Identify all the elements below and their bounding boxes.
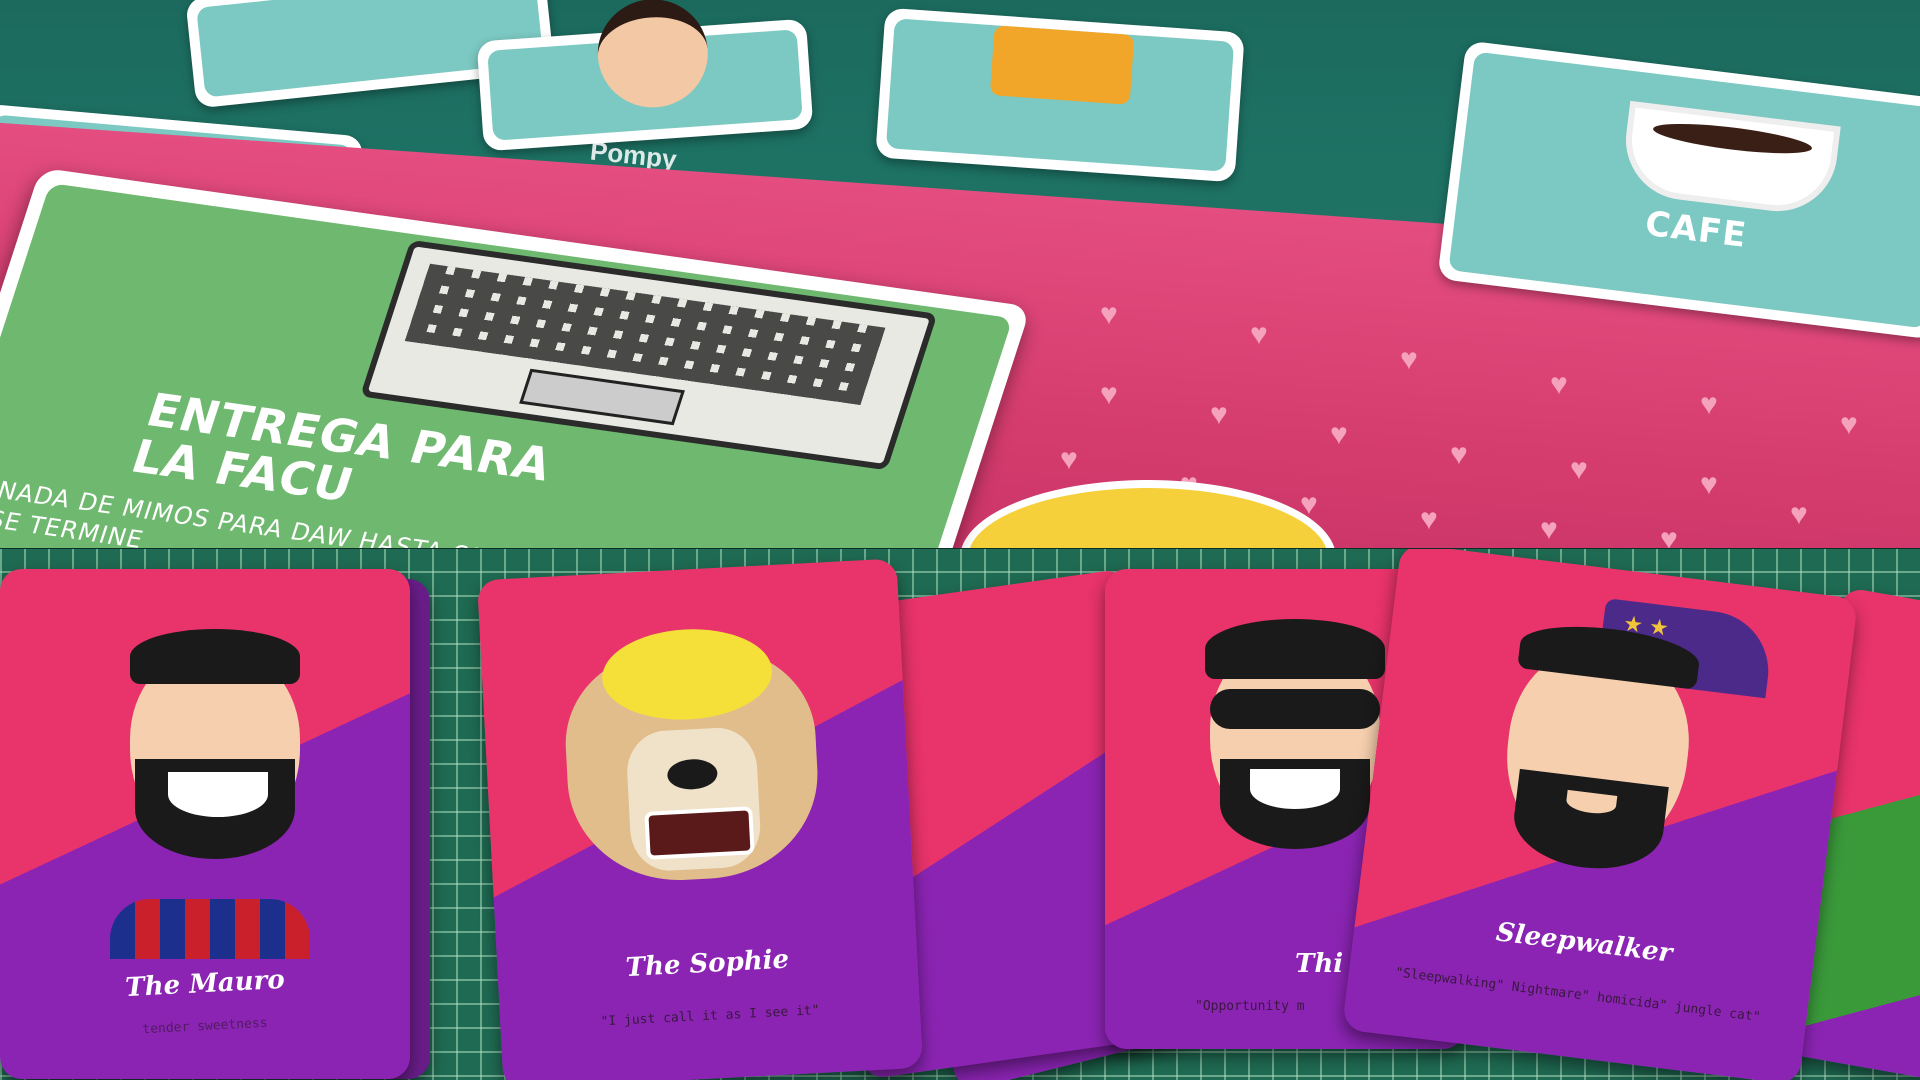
- top-photo: Pompy ♥ ♥ ♥ ♥ ♥ ♥ ♥ ♥ ♥ ♥ ♥ ♥ ♥ ♥ ♥ ♥ ♥ …: [0, 0, 1920, 549]
- shirt-icon: [110, 899, 310, 959]
- heart-icon: ♥: [1330, 418, 1348, 451]
- card-back-2: [476, 0, 814, 152]
- heart-icon: ♥: [1540, 513, 1558, 546]
- werewolf-icon: [519, 601, 864, 918]
- character-card-sophie[interactable]: The Sophie "I just call it as I see it": [476, 558, 924, 1080]
- heart-icon: ♥: [1550, 368, 1568, 401]
- heart-icon: ♥: [1700, 388, 1718, 421]
- heart-icon: ♥: [1700, 468, 1718, 501]
- heart-icon: ♥: [1420, 503, 1438, 536]
- bottom-photo: The Mauro tender sweetness The Sophie "I…: [0, 549, 1920, 1080]
- heart-icon: ♥: [1660, 523, 1678, 550]
- character-card-mauro[interactable]: The Mauro tender sweetness: [0, 569, 410, 1079]
- heart-icon: ♥: [1400, 343, 1418, 376]
- character-card-sleepwalker[interactable]: ★ ★ Sleepwalker "Sleepwalking" Nightmare…: [1341, 549, 1859, 1080]
- heart-icon: ♥: [1100, 378, 1118, 411]
- heart-icon: ♥: [1840, 408, 1858, 441]
- masked-man-icon: [1200, 619, 1390, 859]
- heart-icon: ♥: [1210, 398, 1228, 431]
- heart-icon: ♥: [1450, 438, 1468, 471]
- chocolate-icon: [989, 25, 1135, 105]
- heart-icon: ♥: [1060, 443, 1078, 476]
- card-back-3: [875, 7, 1245, 183]
- heart-icon: ♥: [1100, 298, 1118, 331]
- heart-icon: ♥: [1570, 453, 1588, 486]
- bearded-man-icon: [120, 629, 310, 889]
- heart-icon: ♥: [1250, 318, 1268, 351]
- heart-icon: ♥: [1790, 498, 1808, 531]
- sleeping-man-icon: [1482, 617, 1712, 899]
